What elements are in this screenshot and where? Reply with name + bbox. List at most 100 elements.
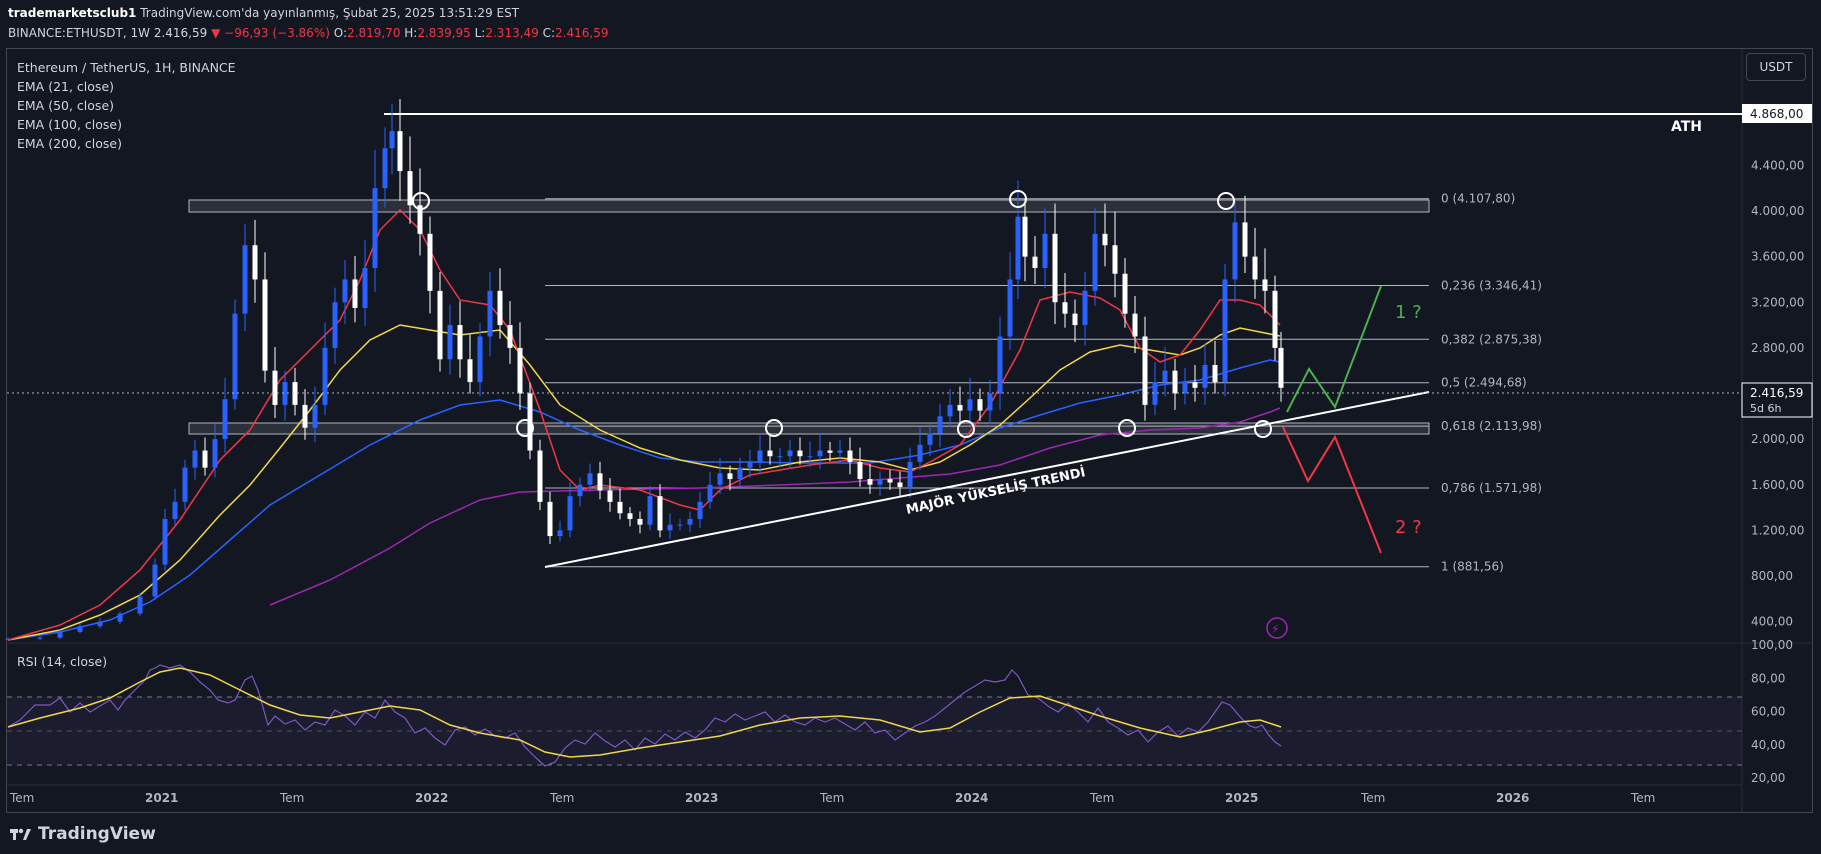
candle-body	[817, 450, 823, 457]
price-tick: 2.000,00	[1751, 432, 1804, 446]
ema-50-line	[7, 324, 1281, 641]
ath-price-text: 4.868,00	[1750, 107, 1803, 121]
candle-body	[557, 530, 563, 537]
time-tick: Tem	[549, 791, 574, 805]
candle-body	[1182, 382, 1188, 394]
candle-body	[1102, 233, 1108, 246]
candle-body	[397, 131, 403, 172]
candle-body	[667, 524, 673, 531]
candle-body	[957, 404, 963, 411]
tradingview-logo[interactable]: TradingView	[10, 824, 156, 844]
brand-text: TradingView	[38, 824, 156, 844]
candle-body	[5, 638, 11, 640]
candle-body	[172, 501, 178, 519]
candle-body	[887, 479, 893, 483]
candle-body	[1262, 279, 1268, 291]
candle-body	[927, 433, 933, 445]
major-trend-line[interactable]	[544, 391, 1430, 568]
candle-body	[567, 496, 573, 531]
candle-body	[937, 416, 943, 434]
time-tick: Tem	[819, 791, 844, 805]
time-tick: 2021	[145, 791, 178, 805]
candle-body	[1122, 273, 1128, 314]
scenario-down-path[interactable]	[1282, 426, 1382, 554]
time-tick: 2022	[415, 791, 448, 805]
candle-body	[827, 450, 833, 453]
candle-body	[837, 450, 843, 453]
candle-body	[152, 564, 158, 597]
tradingview-logo-icon	[10, 828, 31, 840]
time-tick: Tem	[9, 791, 34, 805]
price-tick: 1.200,00	[1751, 523, 1804, 537]
legend-ema21[interactable]: EMA (21, close)	[17, 79, 114, 94]
legend-rsi[interactable]: RSI (14, close)	[17, 654, 107, 669]
time-tick: 2026	[1496, 791, 1529, 805]
legend-ema100[interactable]: EMA (100, close)	[17, 117, 122, 132]
candle-body	[1142, 336, 1148, 405]
rsi-tick: 60,00	[1751, 705, 1785, 719]
candle-body	[737, 467, 743, 480]
candle-body	[587, 473, 593, 485]
legend-ema200[interactable]: EMA (200, close)	[17, 136, 122, 151]
currency-button[interactable]: USDT	[1746, 53, 1806, 81]
rsi-tick: 20,00	[1751, 771, 1785, 785]
legend-title[interactable]: Ethereum / TetherUS, 1H, BINANCE	[17, 60, 236, 75]
candle-body	[547, 501, 553, 537]
candle-body	[362, 268, 368, 308]
candle-body	[212, 439, 218, 468]
rsi-axis[interactable]: 100,00 80,00 60,00 40,00 20,00	[1751, 638, 1793, 785]
candle-body	[1272, 290, 1278, 348]
candle-body	[1022, 216, 1028, 257]
candle-body	[382, 148, 388, 189]
candle-body	[677, 524, 683, 526]
fib-label: 1 (881,56)	[1441, 560, 1504, 574]
legend-ema50[interactable]: EMA (50, close)	[17, 98, 114, 113]
candle-body	[389, 131, 395, 149]
candle-body	[202, 450, 208, 468]
lightning-glyph: ⚡	[1271, 622, 1279, 636]
rsi-tick: 80,00	[1751, 671, 1785, 685]
candle-body	[777, 456, 783, 458]
candle-body	[242, 245, 248, 314]
candle-body	[1042, 233, 1048, 269]
candle-body	[1072, 313, 1078, 326]
candle-body	[507, 325, 513, 348]
candle-body	[97, 621, 103, 627]
candle-body	[847, 450, 853, 462]
candle-body	[1252, 256, 1258, 280]
time-tick: Tem	[1089, 791, 1114, 805]
candle-body	[332, 302, 338, 348]
candle-body	[137, 596, 143, 614]
candle-body	[312, 404, 318, 428]
time-axis[interactable]: Tem 2021 Tem 2022 Tem 2023 Tem 2024 Tem 2025 Tem 20…	[9, 791, 1655, 805]
candle-body	[627, 513, 633, 519]
rsi-tick: 100,00	[1751, 638, 1793, 652]
candle-body	[747, 461, 753, 468]
candle-body	[987, 393, 993, 411]
candle-body	[1162, 370, 1168, 383]
fib-label: 0,5 (2.494,68)	[1441, 376, 1527, 390]
price-chart[interactable]: 0 (4.107,80) 0,236 (3.346,41) 0,382 (2.875…	[0, 0, 1821, 854]
candle-body	[637, 518, 643, 525]
price-tick: 800,00	[1751, 569, 1793, 583]
candle-body	[867, 479, 873, 485]
candle-body	[877, 479, 883, 485]
candle-body	[807, 456, 813, 458]
candle-body	[1192, 382, 1198, 388]
candle-body	[57, 631, 63, 638]
ema-100-line	[7, 359, 1281, 641]
fib-label: 0,236 (3.346,41)	[1441, 279, 1542, 293]
candle-body	[977, 399, 983, 411]
scenario-1-label: 1 ?	[1395, 302, 1422, 323]
candle-body	[457, 325, 463, 360]
candle-body	[577, 484, 583, 497]
ath-label: ATH	[1671, 119, 1702, 135]
candlestick-series[interactable]	[5, 98, 1284, 641]
candle-body	[657, 496, 663, 531]
countdown-text: 5d 6h	[1750, 402, 1781, 415]
candle-body	[1278, 347, 1284, 388]
candle-body	[467, 359, 473, 383]
price-tick: 3.200,00	[1751, 295, 1804, 309]
candle-body	[477, 336, 483, 383]
price-tick: 2.800,00	[1751, 341, 1804, 355]
